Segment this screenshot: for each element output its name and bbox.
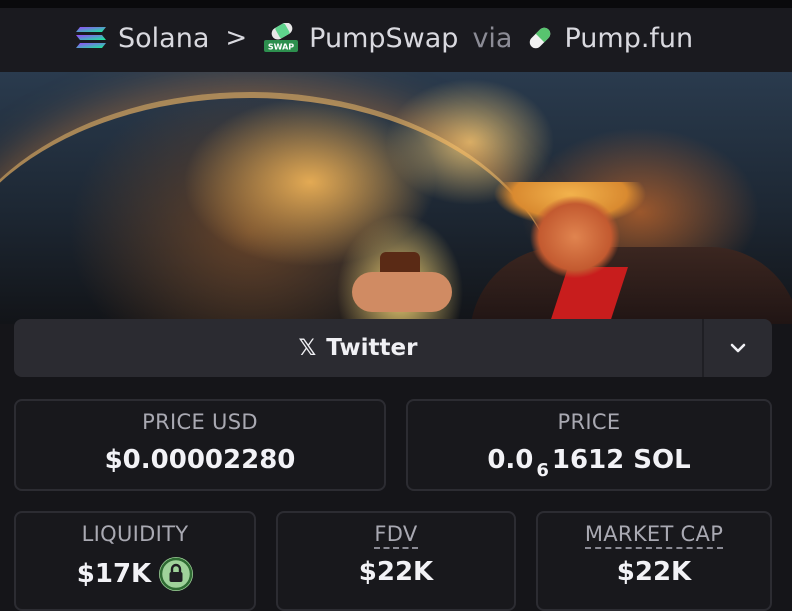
fdv-value: $22K	[358, 557, 434, 587]
chevron-down-icon	[730, 343, 746, 353]
fdv-label[interactable]: FDV	[374, 522, 418, 549]
pumpswap-badge-text: SWAP	[268, 43, 294, 52]
price-native-label: PRICE	[557, 410, 621, 434]
price-native-prefix: 0.0	[487, 445, 534, 475]
banner-figure-head	[480, 182, 792, 324]
pumpswap-icon: SWAP	[264, 23, 299, 52]
breadcrumb: Solana > SWAP PumpSwap via Pump.fun	[74, 20, 693, 56]
solana-icon	[76, 27, 106, 48]
price-usd-value: $0.00002280	[104, 445, 296, 475]
breadcrumb-chain[interactable]: Solana	[118, 23, 209, 54]
top-bar: Solana > SWAP PumpSwap via Pump.fun	[0, 0, 792, 72]
burning-earth	[0, 92, 560, 324]
liquidity-value: $17K	[76, 559, 152, 589]
fdv-card: FDV $22K	[276, 511, 516, 611]
x-icon: 𝕏	[298, 335, 317, 361]
price-native-zero-count: 6	[536, 459, 549, 481]
market-cap-value: $22K	[616, 557, 692, 587]
twitter-label: Twitter	[326, 335, 418, 361]
price-native-card: PRICE 0.0 6 1612 SOL	[406, 399, 772, 491]
market-cap-label[interactable]: MARKET CAP	[584, 522, 724, 549]
pumpfun-pill-icon	[530, 27, 551, 49]
price-usd-label: PRICE USD	[142, 410, 258, 434]
liquidity-card: LIQUIDITY $17K	[14, 511, 256, 611]
twitter-link-button[interactable]: 𝕏 Twitter	[14, 319, 704, 377]
token-banner-image	[0, 72, 792, 324]
more-links-dropdown-button[interactable]	[704, 319, 772, 377]
price-usd-card: PRICE USD $0.00002280	[14, 399, 386, 491]
lock-icon[interactable]	[159, 557, 194, 591]
breadcrumb-dex[interactable]: PumpSwap	[309, 23, 458, 54]
price-native-unit: SOL	[633, 445, 691, 475]
banner-hand	[352, 272, 452, 312]
price-native-digits: 1612	[551, 445, 625, 475]
social-links-bar: 𝕏 Twitter	[14, 319, 772, 377]
breadcrumb-launchpad[interactable]: Pump.fun	[564, 23, 693, 54]
breadcrumb-separator: >	[225, 23, 248, 53]
market-cap-card: MARKET CAP $22K	[536, 511, 772, 611]
breadcrumb-via: via	[472, 22, 513, 54]
liquidity-label: LIQUIDITY	[81, 522, 189, 546]
